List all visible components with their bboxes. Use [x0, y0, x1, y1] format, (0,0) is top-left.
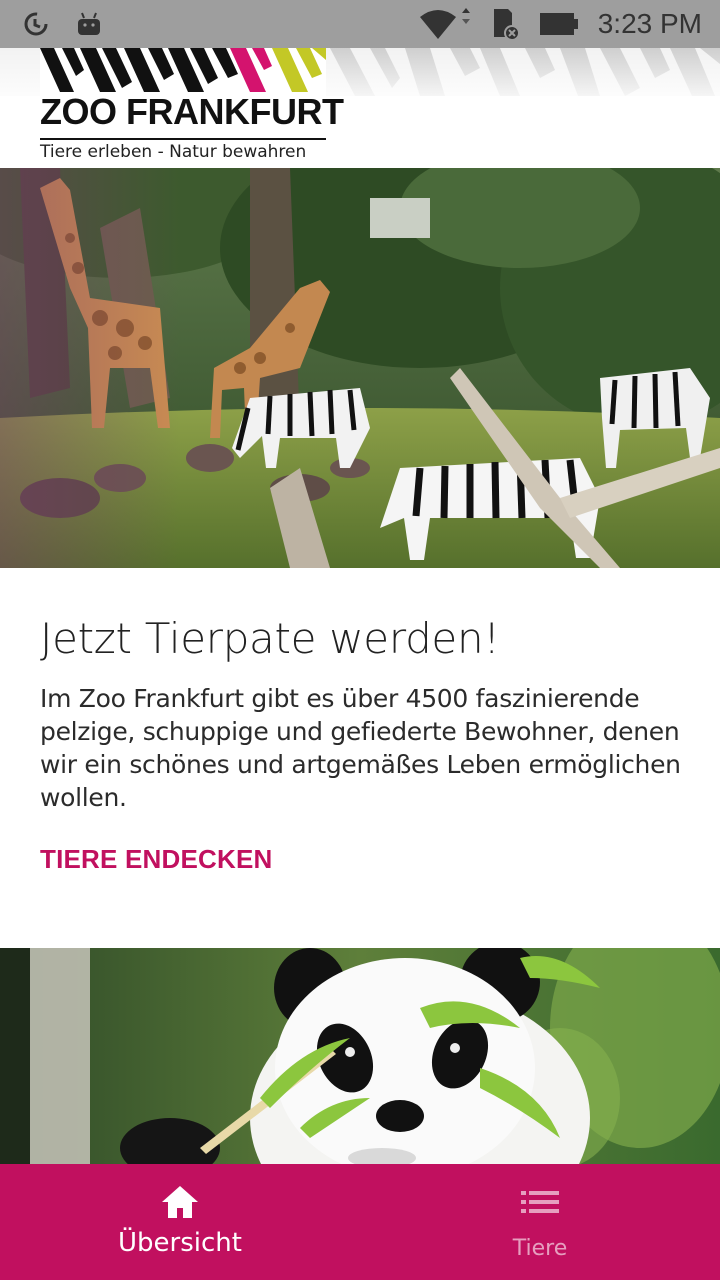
hero-image[interactable] — [0, 168, 720, 568]
giraffes-zebras-illustration — [0, 168, 720, 568]
logo-divider — [40, 138, 326, 140]
sd-card-icon — [493, 9, 520, 41]
discover-animals-button[interactable]: TIERE ENDECKEN — [40, 844, 273, 875]
data-saver-icon — [24, 12, 48, 36]
status-left-icons — [22, 10, 102, 38]
list-icon — [521, 1191, 559, 1213]
status-right-icons: 3:23 PM — [418, 0, 702, 48]
card-title: Jetzt Tierpate werden! — [40, 614, 500, 663]
nav-label-animals: Tiere — [512, 1236, 568, 1261]
wifi-icon — [419, 8, 470, 39]
logo-title: ZOO FRANKFURT — [40, 91, 344, 132]
sponsorship-card: Jetzt Tierpate werden! Im Zoo Frankfurt … — [0, 568, 720, 948]
nav-item-overview[interactable]: Übersicht — [0, 1164, 360, 1280]
logo-tagline: Tiere erleben - Natur bewahren — [40, 142, 307, 162]
battery-icon — [539, 13, 578, 35]
app-header: ZOO FRANKFURT Tiere erleben - Natur bewa… — [0, 48, 720, 168]
status-bar: 3:23 PM — [0, 0, 720, 48]
bottom-navigation: Übersicht Tiere — [0, 1164, 720, 1280]
panda-image[interactable] — [0, 948, 720, 1164]
zoo-logo[interactable]: ZOO FRANKFURT Tiere erleben - Natur bewa… — [40, 48, 344, 166]
panda-illustration — [0, 948, 720, 1164]
card-body: Im Zoo Frankfurt gibt es über 4500 faszi… — [40, 684, 681, 812]
nav-item-animals[interactable]: Tiere — [360, 1164, 720, 1280]
android-icon — [78, 12, 100, 35]
logo-stripes-icon — [40, 48, 326, 96]
nav-label-overview: Übersicht — [118, 1228, 242, 1258]
home-icon — [162, 1186, 198, 1218]
status-time: 3:23 PM — [597, 8, 702, 39]
